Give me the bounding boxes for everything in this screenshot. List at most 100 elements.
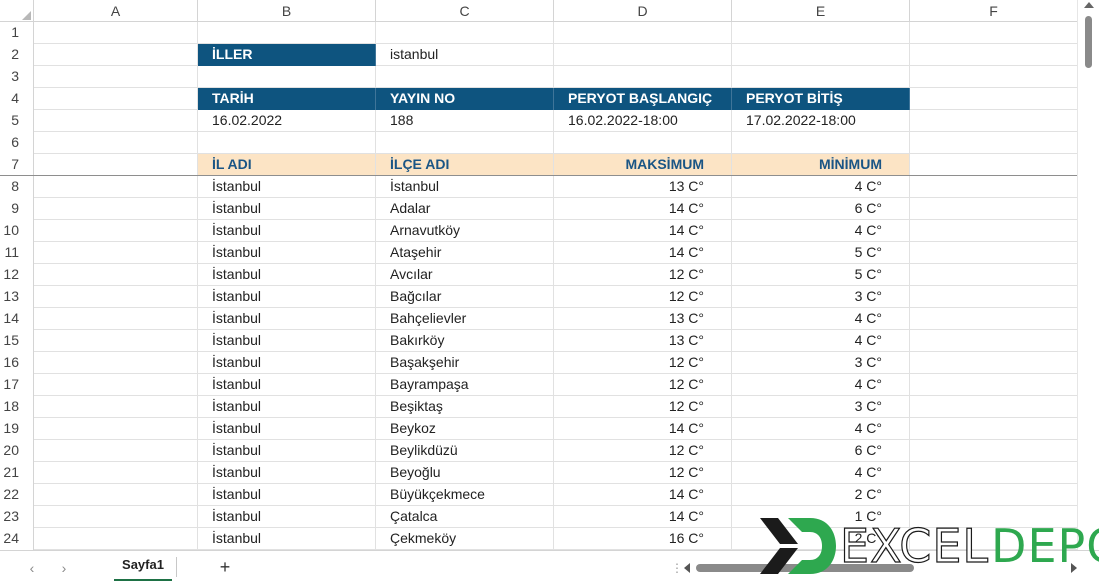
cell-min[interactable]: 5 C° — [732, 242, 910, 264]
cell-ilce[interactable]: Büyükçekmece — [376, 484, 554, 506]
cell-ilce[interactable]: Çatalca — [376, 506, 554, 528]
row-header[interactable]: 19 — [0, 418, 34, 440]
cell-a[interactable] — [34, 286, 198, 308]
cell-a[interactable] — [34, 176, 198, 198]
cell-il[interactable]: İstanbul — [198, 176, 376, 198]
cell-ilce[interactable]: Başakşehir — [376, 352, 554, 374]
cell-a[interactable] — [34, 440, 198, 462]
cell-f[interactable] — [910, 330, 1077, 352]
cell-f[interactable] — [910, 396, 1077, 418]
cell-e5-period-end[interactable]: 17.02.2022-18:00 — [732, 110, 910, 132]
cell-b6[interactable] — [198, 132, 376, 154]
cell-min[interactable]: 4 C° — [732, 330, 910, 352]
cell-min[interactable]: 4 C° — [732, 374, 910, 396]
cell-max[interactable]: 13 C° — [554, 330, 732, 352]
cell-a1[interactable] — [34, 22, 198, 44]
cell-a2[interactable] — [34, 44, 198, 66]
cell-f[interactable] — [910, 264, 1077, 286]
cell-max[interactable]: 12 C° — [554, 462, 732, 484]
row-header[interactable]: 13 — [0, 286, 34, 308]
cell-il[interactable]: İstanbul — [198, 506, 376, 528]
cell-f5[interactable] — [910, 110, 1077, 132]
cell-ilce[interactable]: Beyoğlu — [376, 462, 554, 484]
cell-il[interactable]: İstanbul — [198, 352, 376, 374]
cell-a[interactable] — [34, 264, 198, 286]
cell-il[interactable]: İstanbul — [198, 528, 376, 550]
cell-il[interactable]: İstanbul — [198, 484, 376, 506]
cell-max[interactable]: 12 C° — [554, 286, 732, 308]
cell-a[interactable] — [34, 506, 198, 528]
cell-a[interactable] — [34, 418, 198, 440]
cell-e1[interactable] — [732, 22, 910, 44]
cell-b5-date[interactable]: 16.02.2022 — [198, 110, 376, 132]
row-header[interactable]: 1 — [0, 22, 34, 44]
cell-il[interactable]: İstanbul — [198, 374, 376, 396]
cell-c6[interactable] — [376, 132, 554, 154]
cell-e4-period-end-header[interactable]: PERYOT BİTİŞ — [732, 88, 910, 110]
cell-il[interactable]: İstanbul — [198, 308, 376, 330]
cell-min[interactable]: 4 C° — [732, 176, 910, 198]
cell-a[interactable] — [34, 374, 198, 396]
cell-max[interactable]: 13 C° — [554, 308, 732, 330]
chevron-left-icon[interactable]: ‹ — [22, 558, 42, 578]
cell-max[interactable]: 12 C° — [554, 374, 732, 396]
column-header-f[interactable]: F — [910, 0, 1077, 22]
cell-c1[interactable] — [376, 22, 554, 44]
cell-min[interactable]: 4 C° — [732, 220, 910, 242]
cell-f[interactable] — [910, 484, 1077, 506]
cell-il[interactable]: İstanbul — [198, 220, 376, 242]
column-header-a[interactable]: A — [34, 0, 198, 22]
cell-ilce[interactable]: Beylikdüzü — [376, 440, 554, 462]
row-header[interactable]: 8 — [0, 176, 34, 198]
row-header[interactable]: 18 — [0, 396, 34, 418]
cell-b3[interactable] — [198, 66, 376, 88]
chevron-right-icon[interactable]: › — [54, 558, 74, 578]
cell-il[interactable]: İstanbul — [198, 286, 376, 308]
cell-d1[interactable] — [554, 22, 732, 44]
cell-ilce[interactable]: Adalar — [376, 198, 554, 220]
row-header[interactable]: 10 — [0, 220, 34, 242]
cell-a[interactable] — [34, 396, 198, 418]
cell-ilce[interactable]: Beşiktaş — [376, 396, 554, 418]
cell-il[interactable]: İstanbul — [198, 264, 376, 286]
cell-c5-issue-no[interactable]: 188 — [376, 110, 554, 132]
cell-d2[interactable] — [554, 44, 732, 66]
cell-max[interactable]: 14 C° — [554, 220, 732, 242]
cell-a5[interactable] — [34, 110, 198, 132]
cell-f[interactable] — [910, 418, 1077, 440]
column-header-d[interactable]: D — [554, 0, 732, 22]
cell-d4-period-start-header[interactable]: PERYOT BAŞLANGIÇ — [554, 88, 732, 110]
vertical-scrollbar[interactable] — [1077, 0, 1099, 550]
column-header-c[interactable]: C — [376, 0, 554, 22]
cell-il[interactable]: İstanbul — [198, 198, 376, 220]
cell-b4-tarih-header[interactable]: TARİH — [198, 88, 376, 110]
cell-min[interactable]: 3 C° — [732, 396, 910, 418]
cell-d5-period-start[interactable]: 16.02.2022-18:00 — [554, 110, 732, 132]
cell-c7-ilce-adi-header[interactable]: İLÇE ADI — [376, 154, 554, 176]
cell-f[interactable] — [910, 220, 1077, 242]
row-header[interactable]: 3 — [0, 66, 34, 88]
cell-min[interactable]: 4 C° — [732, 308, 910, 330]
cell-f4[interactable] — [910, 88, 1077, 110]
row-header[interactable]: 4 — [0, 88, 34, 110]
row-header[interactable]: 24 — [0, 528, 34, 550]
cell-f2[interactable] — [910, 44, 1077, 66]
cell-max[interactable]: 14 C° — [554, 418, 732, 440]
cell-min[interactable]: 3 C° — [732, 352, 910, 374]
cell-d3[interactable] — [554, 66, 732, 88]
cell-a4[interactable] — [34, 88, 198, 110]
cell-f3[interactable] — [910, 66, 1077, 88]
row-header[interactable]: 14 — [0, 308, 34, 330]
cell-e2[interactable] — [732, 44, 910, 66]
cell-f[interactable] — [910, 242, 1077, 264]
cell-f[interactable] — [910, 176, 1077, 198]
cell-e6[interactable] — [732, 132, 910, 154]
cell-ilce[interactable]: Bağcılar — [376, 286, 554, 308]
cell-il[interactable]: İstanbul — [198, 396, 376, 418]
row-header[interactable]: 7 — [0, 154, 34, 176]
cell-ilce[interactable]: Bahçelievler — [376, 308, 554, 330]
row-header[interactable]: 15 — [0, 330, 34, 352]
scroll-left-icon[interactable] — [684, 563, 690, 573]
cell-min[interactable]: 6 C° — [732, 198, 910, 220]
cell-d6[interactable] — [554, 132, 732, 154]
